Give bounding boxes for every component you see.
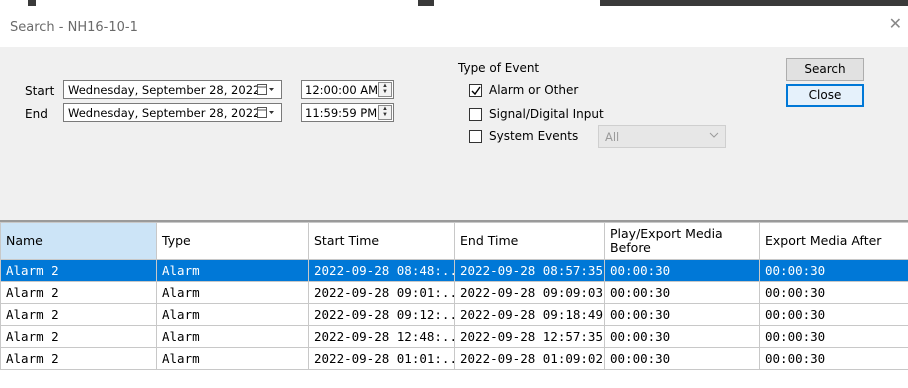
cell-type: Alarm: [157, 348, 309, 370]
start-date-picker[interactable]: Wednesday, September 28, 2022: [63, 80, 282, 99]
table-row[interactable]: Alarm 2 Alarm 2022-09-28 09:12:... 2022-…: [1, 304, 908, 326]
start-time-field[interactable]: 12:00:00 AM ▲▼: [301, 80, 394, 99]
cell-end-time: 2022-09-28 09:18:49...: [455, 304, 605, 326]
end-date-value: Wednesday, September 28, 2022: [68, 106, 260, 120]
end-date-picker[interactable]: Wednesday, September 28, 2022: [63, 103, 282, 122]
cell-start-time: 2022-09-28 08:48:...: [309, 260, 455, 282]
cell-end-time: 2022-09-28 01:09:02...: [455, 348, 605, 370]
cell-type: Alarm: [157, 282, 309, 304]
alarm-or-other-checkbox[interactable]: [469, 84, 482, 97]
system-events-label: System Events: [489, 129, 578, 143]
column-header-export-after[interactable]: Export Media After: [760, 223, 908, 260]
end-time-spinner[interactable]: ▲▼: [378, 105, 392, 120]
cell-media-after: 00:00:30: [760, 260, 908, 282]
column-header-start-time[interactable]: Start Time: [309, 223, 455, 260]
alarm-or-other-label: Alarm or Other: [489, 83, 578, 97]
cell-name: Alarm 2: [1, 348, 157, 370]
start-time-spinner[interactable]: ▲▼: [378, 82, 392, 97]
window-title: Search - NH16-10-1: [10, 20, 138, 35]
cell-start-time: 2022-09-28 09:01:...: [309, 282, 455, 304]
chevron-down-icon: [709, 130, 719, 140]
title-bar: Search - NH16-10-1 ✕: [0, 7, 908, 47]
results-grid: Name Type Start Time End Time Play/Expor…: [0, 220, 908, 388]
table-row[interactable]: Alarm 2 Alarm 2022-09-28 09:01:... 2022-…: [1, 282, 908, 304]
top-edge-mark: [28, 0, 36, 6]
cell-media-before: 00:00:30: [605, 260, 760, 282]
column-header-end-time[interactable]: End Time: [455, 223, 605, 260]
cell-type: Alarm: [157, 304, 309, 326]
cell-start-time: 2022-09-28 12:48:...: [309, 326, 455, 348]
cell-media-before: 00:00:30: [605, 282, 760, 304]
cell-name: Alarm 2: [1, 282, 157, 304]
cell-media-after: 00:00:30: [760, 326, 908, 348]
cell-media-after: 00:00:30: [760, 348, 908, 370]
cell-name: Alarm 2: [1, 304, 157, 326]
cell-media-before: 00:00:30: [605, 304, 760, 326]
cell-start-time: 2022-09-28 09:12:...: [309, 304, 455, 326]
cell-media-after: 00:00:30: [760, 282, 908, 304]
cell-media-before: 00:00:30: [605, 326, 760, 348]
cell-name: Alarm 2: [1, 260, 157, 282]
cell-type: Alarm: [157, 260, 309, 282]
table-row[interactable]: Alarm 2 Alarm 2022-09-28 08:48:... 2022-…: [1, 260, 908, 282]
event-type-heading: Type of Event: [458, 61, 539, 75]
close-button[interactable]: Close: [786, 84, 864, 107]
cell-start-time: 2022-09-28 01:01:...: [309, 348, 455, 370]
table-row[interactable]: Alarm 2 Alarm 2022-09-28 01:01:... 2022-…: [1, 348, 908, 370]
end-label: End: [25, 107, 48, 121]
close-window-icon[interactable]: ✕: [889, 17, 902, 33]
cell-media-after: 00:00:30: [760, 304, 908, 326]
cell-type: Alarm: [157, 326, 309, 348]
column-header-type[interactable]: Type: [157, 223, 309, 260]
start-time-value: 12:00:00 AM: [305, 83, 378, 97]
end-time-field[interactable]: 11:59:59 PM ▲▼: [301, 103, 394, 122]
checkmark-icon: [471, 86, 481, 96]
cell-media-before: 00:00:30: [605, 348, 760, 370]
top-edge-mark: [418, 0, 434, 6]
top-edge-mark: [600, 0, 908, 6]
table-header-row: Name Type Start Time End Time Play/Expor…: [1, 223, 908, 260]
results-table: Name Type Start Time End Time Play/Expor…: [0, 222, 908, 370]
calendar-dropdown-icon[interactable]: [257, 84, 275, 95]
search-button[interactable]: Search: [786, 58, 864, 81]
signal-digital-input-checkbox[interactable]: [469, 108, 482, 121]
cell-end-time: 2022-09-28 09:09:03...: [455, 282, 605, 304]
table-row[interactable]: Alarm 2 Alarm 2022-09-28 12:48:... 2022-…: [1, 326, 908, 348]
cell-end-time: 2022-09-28 12:57:35...: [455, 326, 605, 348]
column-header-name[interactable]: Name: [1, 223, 157, 260]
end-time-value: 11:59:59 PM: [305, 106, 377, 120]
column-header-play-export-before[interactable]: Play/Export Media Before: [605, 223, 760, 260]
start-label: Start: [25, 84, 54, 98]
system-events-value: All: [605, 130, 619, 144]
system-events-checkbox[interactable]: [469, 130, 482, 143]
top-edge-strip: [0, 0, 908, 7]
cell-end-time: 2022-09-28 08:57:35...: [455, 260, 605, 282]
signal-digital-input-label: Signal/Digital Input: [489, 107, 604, 121]
system-events-select[interactable]: All: [598, 125, 726, 148]
start-date-value: Wednesday, September 28, 2022: [68, 83, 260, 97]
search-filter-panel: Start End Wednesday, September 28, 2022 …: [0, 47, 908, 220]
calendar-dropdown-icon[interactable]: [257, 107, 275, 118]
cell-name: Alarm 2: [1, 326, 157, 348]
